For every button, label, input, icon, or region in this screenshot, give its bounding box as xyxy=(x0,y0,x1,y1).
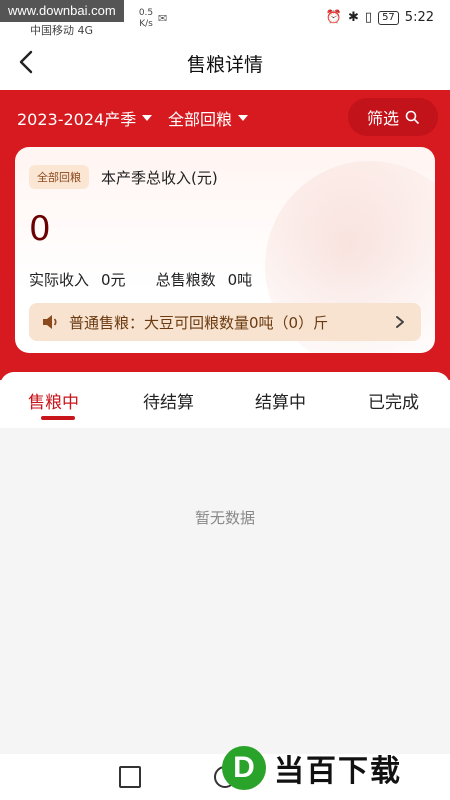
income-summary-card: 全部回粮 本产季总收入(元) 0 实际收入 0元 总售粮数 0吨 普通售粮：大豆… xyxy=(15,147,435,353)
tab-completed[interactable]: 已完成 xyxy=(368,388,419,413)
total-sold-value: 0吨 xyxy=(227,271,253,289)
tab-pending-settlement[interactable]: 待结算 xyxy=(143,388,194,413)
status-right: ⏰ ✱ ▯ 57 5:22 xyxy=(326,10,434,25)
grain-label: 全部回粮 xyxy=(168,110,233,129)
season-label: 2023-2024产季 xyxy=(17,110,137,129)
chevron-right-icon xyxy=(396,316,404,328)
notice-banner[interactable]: 普通售粮：大豆可回粮数量0吨（0）斤 xyxy=(29,303,421,341)
page-title: 售粮详情 xyxy=(186,54,263,76)
alarm-icon: ⏰ xyxy=(325,10,342,25)
income-label: 本产季总收入(元) xyxy=(101,169,218,187)
bluetooth-icon: ✱ xyxy=(348,10,359,25)
notice-text: 普通售粮：大豆可回粮数量0吨（0）斤 xyxy=(69,313,329,332)
search-icon xyxy=(405,110,419,124)
income-amount: 0 xyxy=(29,209,51,249)
network-speed: 0.5 K/s xyxy=(136,8,156,30)
carrier-label: 中国移动 4G xyxy=(30,24,94,37)
grain-dropdown[interactable]: 全部回粮 xyxy=(168,106,249,130)
tab-settling[interactable]: 结算中 xyxy=(255,388,306,413)
netspeed-value: 0.5 xyxy=(138,8,154,18)
actual-income-label: 实际收入 xyxy=(29,271,90,289)
clock: 5:22 xyxy=(404,10,434,25)
logo-text: 当百下载 xyxy=(274,754,402,789)
vibrate-icon: ▯ xyxy=(364,10,373,25)
total-sold-label: 总售粮数 xyxy=(155,271,216,289)
caret-down-icon xyxy=(238,115,249,121)
watermark: www.downbai.com xyxy=(0,0,124,22)
filter-button[interactable]: 筛选 xyxy=(348,98,438,136)
speaker-icon xyxy=(43,315,57,329)
status-bar: www.downbai.com 中国移动 4G 0.5 K/s ✉ ⏰ ✱ ▯ … xyxy=(0,0,450,38)
season-dropdown[interactable]: 2023-2024产季 xyxy=(17,106,153,130)
recent-apps-icon[interactable] xyxy=(119,766,141,788)
wechat-icon: ✉ xyxy=(158,12,168,25)
filter-button-label: 筛选 xyxy=(366,109,399,128)
top-nav: 售粮详情 xyxy=(0,38,450,90)
tab-selling[interactable]: 售粮中 xyxy=(28,388,79,413)
battery-level: 57 xyxy=(378,10,399,25)
download-site-logo: D 当百下载 xyxy=(222,736,448,800)
income-stats: 实际收入 0元 总售粮数 0吨 xyxy=(29,269,252,290)
actual-income-value: 0元 xyxy=(101,271,126,289)
grain-type-tag: 全部回粮 xyxy=(29,165,89,189)
netspeed-unit: K/s xyxy=(139,19,153,29)
empty-state: 暂无数据 xyxy=(194,509,255,527)
status-tabs: 售粮中 待结算 结算中 已完成 xyxy=(0,372,450,428)
caret-down-icon xyxy=(142,115,153,121)
logo-badge: D xyxy=(222,746,266,790)
active-tab-indicator xyxy=(41,416,75,420)
